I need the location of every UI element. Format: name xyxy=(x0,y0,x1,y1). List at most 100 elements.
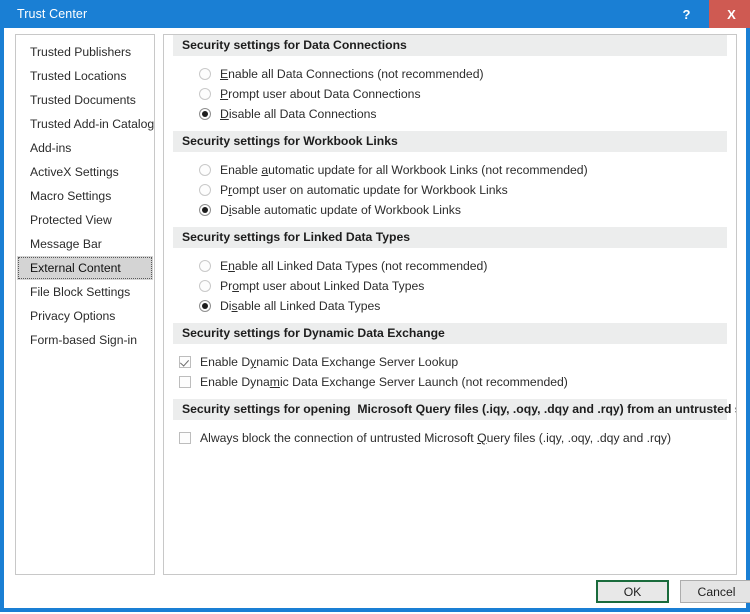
radio-option-row[interactable]: Prompt user about Data Connections xyxy=(164,84,736,104)
sidebar-item-protected-view[interactable]: Protected View xyxy=(17,208,153,232)
checkbox-checked-icon[interactable] xyxy=(179,356,191,368)
option-label-pre: Di xyxy=(220,299,232,313)
title-bar: Trust Center ? X xyxy=(4,0,750,28)
option-label-pre: Enable D xyxy=(200,355,251,369)
option-label-accelerator: o xyxy=(232,279,239,293)
option-label-accelerator: Q xyxy=(477,431,487,445)
sidebar-item-label: Macro Settings xyxy=(30,189,112,203)
radio-unselected-icon[interactable] xyxy=(199,260,211,272)
radio-option-row[interactable]: Prompt user on automatic update for Work… xyxy=(164,180,736,200)
section-header: Security settings for Workbook Links xyxy=(173,131,727,152)
dialog-body: Trusted Publishers Trusted Locations Trust… xyxy=(4,28,750,608)
sidebar-item-macro-settings[interactable]: Macro Settings xyxy=(17,184,153,208)
cancel-button[interactable]: Cancel xyxy=(680,580,750,603)
sidebar-item-label: Trusted Publishers xyxy=(30,45,132,59)
sidebar-item-trusted-locations[interactable]: Trusted Locations xyxy=(17,64,153,88)
option-label-accelerator: m xyxy=(269,375,280,389)
sidebar-item-label: Privacy Options xyxy=(30,309,116,323)
radio-option-row[interactable]: Enable all Data Connections (not recomme… xyxy=(164,64,736,84)
section-options: Enable automatic update for all Workbook… xyxy=(164,152,736,227)
sidebar-item-label: Trusted Add-in Catalogs xyxy=(30,117,155,131)
option-label: Disable automatic update of Workbook Lin… xyxy=(220,203,461,217)
sidebar-item-label: Trusted Locations xyxy=(30,69,127,83)
radio-option-row[interactable]: Prompt user about Linked Data Types xyxy=(164,276,736,296)
section-options: Enable Dynamic Data Exchange Server Look… xyxy=(164,344,736,399)
option-label-post: rompt user about Data Connections xyxy=(228,87,421,101)
option-label-accelerator: P xyxy=(220,87,229,101)
option-label-post: ompt user on automatic update for Workbo… xyxy=(232,183,508,197)
option-label-post: ic Data Exchange Server Launch (not reco… xyxy=(279,375,568,389)
sidebar-item-privacy-options[interactable]: Privacy Options xyxy=(17,304,153,328)
option-label-post: sable automatic update of Workbook Links xyxy=(231,203,461,217)
checkbox-option-row[interactable]: Always block the connection of untrusted… xyxy=(164,428,736,448)
sidebar-item-message-bar[interactable]: Message Bar xyxy=(17,232,153,256)
close-button[interactable]: X xyxy=(709,0,750,28)
option-label: Disable all Linked Data Types xyxy=(220,299,380,313)
option-label-pre: D xyxy=(220,203,229,217)
sidebar-item-trusted-publishers[interactable]: Trusted Publishers xyxy=(17,40,153,64)
radio-unselected-icon[interactable] xyxy=(199,68,211,80)
settings-section: Security settings for Dynamic Data Excha… xyxy=(164,323,736,399)
option-label-pre: Always block the connection of untrusted… xyxy=(200,431,478,445)
section-header: Security settings for opening Microsoft … xyxy=(173,399,736,420)
option-label: Always block the connection of untrusted… xyxy=(200,431,671,445)
sidebar-item-form-based-sign-in[interactable]: Form-based Sign-in xyxy=(17,328,153,352)
help-button[interactable]: ? xyxy=(664,0,709,28)
settings-content-panel: Security settings for Data Connections En… xyxy=(163,34,737,575)
trust-center-dialog: Trust Center ? X Trusted Publishers Trust… xyxy=(0,0,750,612)
sidebar-item-label: Protected View xyxy=(30,213,112,227)
window-title: Trust Center xyxy=(17,7,88,21)
radio-option-row[interactable]: Disable automatic update of Workbook Lin… xyxy=(164,200,736,220)
section-options: Always block the connection of untrusted… xyxy=(164,420,736,455)
resize-grip-icon[interactable] xyxy=(734,602,744,612)
checkbox-unchecked-icon[interactable] xyxy=(179,376,191,388)
option-label-accelerator: D xyxy=(220,107,229,121)
sidebar-item-external-content[interactable]: External Content xyxy=(17,256,153,280)
ok-button[interactable]: OK xyxy=(596,580,669,603)
option-label: Enable all Linked Data Types (not recomm… xyxy=(220,259,487,273)
option-label-pre: Enable Dyna xyxy=(200,375,270,389)
option-label: Prompt user on automatic update for Work… xyxy=(220,183,508,197)
sidebar-item-file-block-settings[interactable]: File Block Settings xyxy=(17,280,153,304)
sidebar-item-label: Trusted Documents xyxy=(30,93,136,107)
option-label-post: namic Data Exchange Server Lookup xyxy=(256,355,459,369)
radio-option-row[interactable]: Enable all Linked Data Types (not recomm… xyxy=(164,256,736,276)
radio-option-row[interactable]: Disable all Data Connections xyxy=(164,104,736,124)
radio-selected-icon[interactable] xyxy=(199,300,211,312)
radio-unselected-icon[interactable] xyxy=(199,164,211,176)
option-label-pre: P xyxy=(220,183,229,197)
radio-option-row[interactable]: Enable automatic update for all Workbook… xyxy=(164,160,736,180)
option-label: Enable Dynamic Data Exchange Server Look… xyxy=(200,355,458,369)
category-sidebar: Trusted Publishers Trusted Locations Trust… xyxy=(15,34,155,575)
option-label-pre: Enable xyxy=(220,163,262,177)
checkbox-option-row[interactable]: Enable Dynamic Data Exchange Server Laun… xyxy=(164,372,736,392)
radio-option-row[interactable]: Disable all Linked Data Types xyxy=(164,296,736,316)
option-label: Disable all Data Connections xyxy=(220,107,377,121)
radio-unselected-icon[interactable] xyxy=(199,88,211,100)
section-header: Security settings for Dynamic Data Excha… xyxy=(173,323,727,344)
option-label-post: able all Linked Data Types xyxy=(237,299,381,313)
radio-selected-icon[interactable] xyxy=(199,204,211,216)
checkbox-unchecked-icon[interactable] xyxy=(179,432,191,444)
settings-section: Security settings for Data Connections En… xyxy=(164,35,736,131)
radio-selected-icon[interactable] xyxy=(199,108,211,120)
section-header: Security settings for Linked Data Types xyxy=(173,227,727,248)
sidebar-item-label: File Block Settings xyxy=(30,285,131,299)
settings-section: Security settings for Workbook Links Enab… xyxy=(164,131,736,227)
section-options: Enable all Linked Data Types (not recomm… xyxy=(164,248,736,323)
sidebar-item-trusted-documents[interactable]: Trusted Documents xyxy=(17,88,153,112)
radio-unselected-icon[interactable] xyxy=(199,184,211,196)
option-label-post: mpt user about Linked Data Types xyxy=(238,279,425,293)
sidebar-item-label: External Content xyxy=(30,261,121,275)
checkbox-option-row[interactable]: Enable Dynamic Data Exchange Server Look… xyxy=(164,352,736,372)
section-header: Security settings for Data Connections xyxy=(173,35,727,56)
sidebar-item-label: Form-based Sign-in xyxy=(30,333,138,347)
option-label: Enable all Data Connections (not recomme… xyxy=(220,67,484,81)
sidebar-item-trusted-add-in-catalogs[interactable]: Trusted Add-in Catalogs xyxy=(17,112,155,136)
sidebar-item-label: Message Bar xyxy=(30,237,102,251)
section-options: Enable all Data Connections (not recomme… xyxy=(164,56,736,131)
sidebar-item-add-ins[interactable]: Add-ins xyxy=(17,136,153,160)
option-label: Prompt user about Linked Data Types xyxy=(220,279,424,293)
sidebar-item-activex-settings[interactable]: ActiveX Settings xyxy=(17,160,153,184)
radio-unselected-icon[interactable] xyxy=(199,280,211,292)
